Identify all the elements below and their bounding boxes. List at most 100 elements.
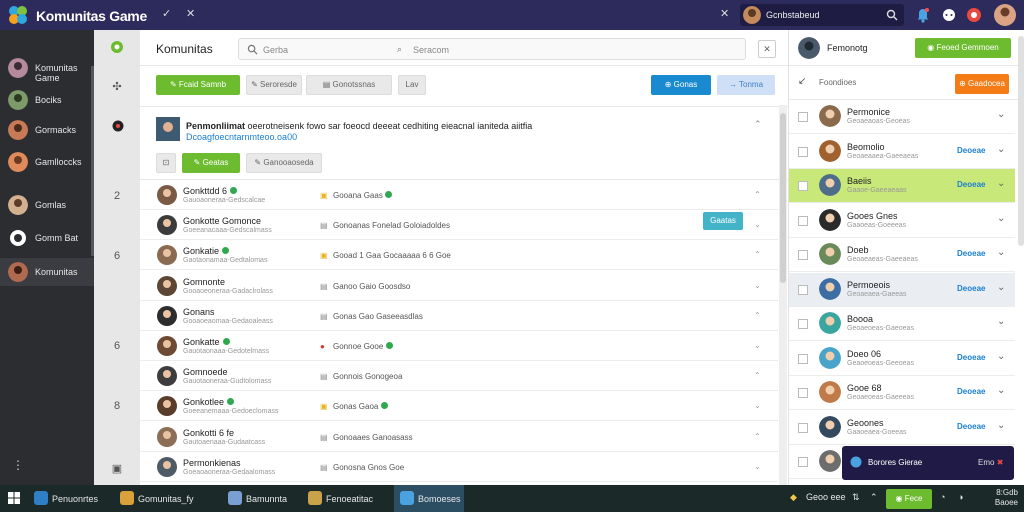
friend-item[interactable]: Boooa Geoaeoeas-Gaeoeas ⌄ [789,307,1015,341]
checkbox[interactable] [798,284,808,295]
chevron-icon[interactable]: ⌄ [754,220,761,229]
feoed-button[interactable]: ◉ Feoed Gemmoen [915,38,1011,58]
checkbox[interactable] [798,388,808,398]
tray-button[interactable]: ◉ Fece [886,489,932,509]
checkbox[interactable] [798,112,808,122]
tonma-button[interactable]: → Tonma [717,75,775,95]
gonas-button[interactable]: ⊕ Gonas [651,75,711,95]
more-button[interactable]: ⊡ [156,153,176,173]
member-row[interactable]: Gonkotti 6 fe Gautoaenaaa-Gudaatcass ▤ Gono… [140,422,778,452]
friend-item[interactable]: Beomolio Geoaeaaea-Gaeeaeas Deoeae ⌄ [789,135,1015,169]
notification-toast[interactable]: Borores Gierae Emo ✖ [842,446,1014,480]
friend-item[interactable]: Doeo 06 Geaoeoeas-Geeoeas Deoeae ⌄ [789,342,1015,376]
chevron-icon[interactable]: ⌃ [754,371,761,380]
friend-item[interactable]: Permoeois Geoaeaea-Gaeeas Deoeae ⌄ [789,272,1015,307]
close-icon[interactable]: ✕ [186,9,195,20]
global-search[interactable]: Gcnbstabeud [740,4,904,26]
wifi-icon[interactable]: ◔ [940,492,945,502]
right-scrollbar[interactable] [1018,36,1024,246]
chevron-down-icon[interactable]: ⌄ [997,109,1005,120]
settings-icon[interactable] [966,7,982,23]
sidebar-item-gomlas[interactable]: Gomlas [0,191,94,219]
sidebar-item-gomm-bat[interactable]: Gomm Bat [0,224,94,252]
checkbox[interactable] [798,215,808,226]
friend-item[interactable]: Baeiis Gaaoe-Gaeeaeaas Deoeae ⌄ [789,169,1015,203]
sidebar-item-komunitas[interactable]: Komunitas [0,258,94,286]
chevron-down-icon[interactable]: ⌄ [997,213,1005,224]
member-row[interactable]: Gonkotte Gomonce Goeeanacaaa-Gedscalmass ▤… [140,210,778,241]
friend-action[interactable]: Deoeae [957,284,985,293]
friend-item[interactable]: Permonice Geoaeaoas-Geoeas ⌄ [789,100,1015,134]
bell-icon[interactable] [916,7,930,23]
sidebar-item-gormacks[interactable]: Gormacks [0,116,94,144]
chevron-down-icon[interactable]: ⌄ [997,282,1005,293]
close-button[interactable]: ✕ [758,40,776,58]
taskbar-item-bomoeses[interactable]: Bomoeses [394,485,464,512]
chevron-down-icon[interactable]: ✓ [162,9,171,20]
seroresde-button[interactable]: ✎ Seroresde [246,75,302,95]
chevron-up-icon[interactable]: ⌃ [754,119,762,130]
share-button[interactable]: ✎ Ganooaoseda [246,153,322,173]
search-input[interactable]: Gerba ⌕ Seracom [238,38,746,60]
volume-icon[interactable]: ◑ [958,492,963,502]
lav-button[interactable]: Lav [398,75,426,95]
checkbox[interactable] [798,353,808,364]
chevron-down-icon[interactable]: ⌄ [997,178,1005,189]
member-row[interactable]: Gomnonte Gooaoeoneraa-Gadaclrolass ▤ Ganoo … [140,271,778,301]
gamepad-icon[interactable]: ✣ [110,80,124,93]
chevron-icon[interactable]: ⌃ [754,250,761,259]
friend-action[interactable]: Deoeae [957,146,985,155]
checkbox[interactable] [798,422,808,433]
checkbox[interactable] [798,457,808,467]
taskbar-item-gomunitas[interactable]: Gomunitas_fy [114,485,218,512]
box-icon[interactable]: ▣ [110,462,124,475]
friend-item[interactable]: Doeb Geoaeaeas-Gaeeaeas Deoeae ⌄ [789,238,1015,272]
gaadocea-button[interactable]: ⊕ Gaadocea [955,74,1009,94]
checkbox[interactable] [798,181,808,191]
chevron-icon[interactable]: ⌃ [754,432,761,441]
chevron-down-icon[interactable]: ⌄ [997,351,1005,362]
member-row[interactable]: Gonans Gooaoeaomaa-Gedaoaleass ▤ Gonas Gao … [140,301,778,331]
tray-icon[interactable]: ◆ [790,492,797,503]
fcaid-button[interactable]: ✎ Fcaid Samnb [156,75,240,95]
like-button[interactable]: ✎ Geatas [182,153,240,173]
checkbox[interactable] [798,250,808,260]
chevron-icon[interactable]: ⌄ [754,281,761,290]
taskbar-item-penuonrtes[interactable]: Penuonrtes [28,485,110,512]
friend-action[interactable]: Deoeae [957,249,985,258]
search-icon[interactable] [886,9,898,21]
member-row[interactable]: Permonkienas Goeaoaoneraa-Gedaalomass ▤ Gon… [140,452,778,482]
back-icon[interactable]: ↙ [798,76,806,87]
gonotssnas-button[interactable]: ▤ Gonotssnas [306,75,392,95]
sidebar-item-gamlloccks[interactable]: Gamlloccks [0,148,94,176]
leaf-icon[interactable] [110,40,124,54]
tray-icon[interactable]: ⌃ [870,492,878,503]
chevron-down-icon[interactable]: ⌄ [997,385,1005,396]
profile-avatar[interactable] [994,4,1016,26]
member-row[interactable]: Gonkatte Gauotaonaaa-Gedotelmass ● Gonnoe G… [140,331,778,361]
member-row[interactable]: Gomnoede Gauotaoneraa-Gudtolomass ▤ Gonnois… [140,361,778,392]
more-icon[interactable]: ⋮ [12,458,24,472]
tray-icon[interactable]: ⇅ [852,492,860,503]
friend-item[interactable]: Geoones Gaaoeaea-Goeeas Deoeae ⌄ [789,411,1015,445]
friend-action[interactable]: Deoeae [957,180,985,189]
friend-action[interactable]: Deoeae [957,353,985,362]
member-row[interactable]: Gonkatie Gaotaonamaa-Gedtalomas ▣ Gooad 1 G… [140,240,778,271]
row-action-button[interactable]: Gaatas [703,212,743,231]
sidebar-item-komunitas-game[interactable]: Komunitas Game [0,54,94,83]
checkbox[interactable] [798,319,808,329]
taskbar-item-bamunnta[interactable]: Bamunnta [222,485,300,512]
chevron-down-icon[interactable]: ⌄ [997,420,1005,431]
toast-close[interactable]: Emo ✖ [978,458,1003,467]
friend-action[interactable]: Deoeae [957,422,985,431]
friend-action[interactable]: Deoeae [957,387,985,396]
close-search-icon[interactable]: ✕ [720,9,729,20]
chevron-icon[interactable]: ⌃ [754,190,761,199]
taskbar-item-fenoeatitac[interactable]: Fenoeatitac [302,485,390,512]
chevron-icon[interactable]: ⌄ [754,341,761,350]
main-scrollbar[interactable] [779,105,787,485]
member-row[interactable]: Gonkttdd 6 Gauoaoneraa-Gedscalcae ▣ Gooana … [140,180,778,210]
clock[interactable]: 8:Gdb Baoee [986,488,1018,508]
chevron-down-icon[interactable]: ⌄ [997,144,1005,155]
chevron-icon[interactable]: ⌄ [754,462,761,471]
